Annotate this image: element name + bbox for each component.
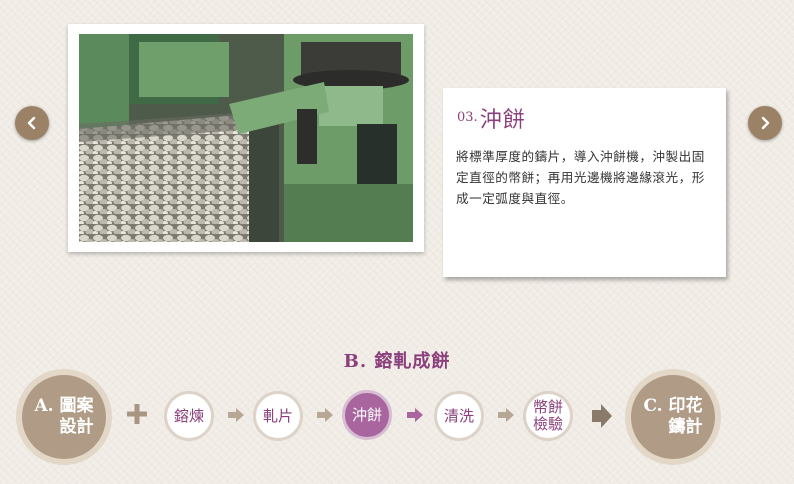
chevron-right-icon: [761, 116, 770, 130]
arrow-right-active-icon: [407, 408, 423, 422]
arrow-right-icon: [317, 408, 333, 422]
flow-step-punching[interactable]: 沖餅: [342, 390, 392, 440]
flow-step-inspection[interactable]: 幣餅 檢驗: [523, 391, 573, 441]
carousel-prev-button[interactable]: [15, 106, 49, 140]
flow-step-label: 鎔煉: [173, 406, 204, 425]
step-photo: [68, 24, 424, 252]
chevron-left-icon: [27, 116, 36, 130]
coin-punching-machine-image: [79, 34, 413, 242]
step-info-card: 03.沖餅 將標準厚度的鑄片，導入沖餅機，沖製出固定直徑的幣餅；再用光邊機將邊緣…: [443, 88, 726, 277]
step-title: 03.沖餅: [457, 102, 526, 134]
flow-start-label: A. 圖案 設計: [34, 396, 94, 437]
step-name: 沖餅: [479, 108, 526, 133]
flow-end-circle[interactable]: C. 印花 鑄計: [625, 369, 721, 465]
plus-icon: [127, 404, 147, 424]
flow-step-rolling[interactable]: 軋片: [253, 391, 303, 441]
big-arrow-right-icon: [592, 404, 612, 428]
flow-step-label: 幣餅 檢驗: [532, 398, 563, 433]
arrow-right-icon: [498, 408, 514, 422]
flow-step-label: 沖餅: [351, 405, 382, 424]
flow-start-circle[interactable]: A. 圖案 設計: [16, 369, 112, 465]
carousel-next-button[interactable]: [748, 106, 782, 140]
step-description: 將標準厚度的鑄片，導入沖餅機，沖製出固定直徑的幣餅；再用光邊機將邊緣滾光，形成一…: [456, 149, 705, 206]
arrow-right-icon: [228, 408, 244, 422]
flow-step-label: 清洗: [443, 406, 474, 425]
flow-step-smelting[interactable]: 鎔煉: [164, 391, 214, 441]
flow-step-cleaning[interactable]: 清洗: [434, 391, 484, 441]
flow-end-label: C. 印花 鑄計: [643, 396, 703, 437]
flow-step-label: 軋片: [262, 406, 293, 425]
step-number: 03.: [457, 110, 478, 125]
